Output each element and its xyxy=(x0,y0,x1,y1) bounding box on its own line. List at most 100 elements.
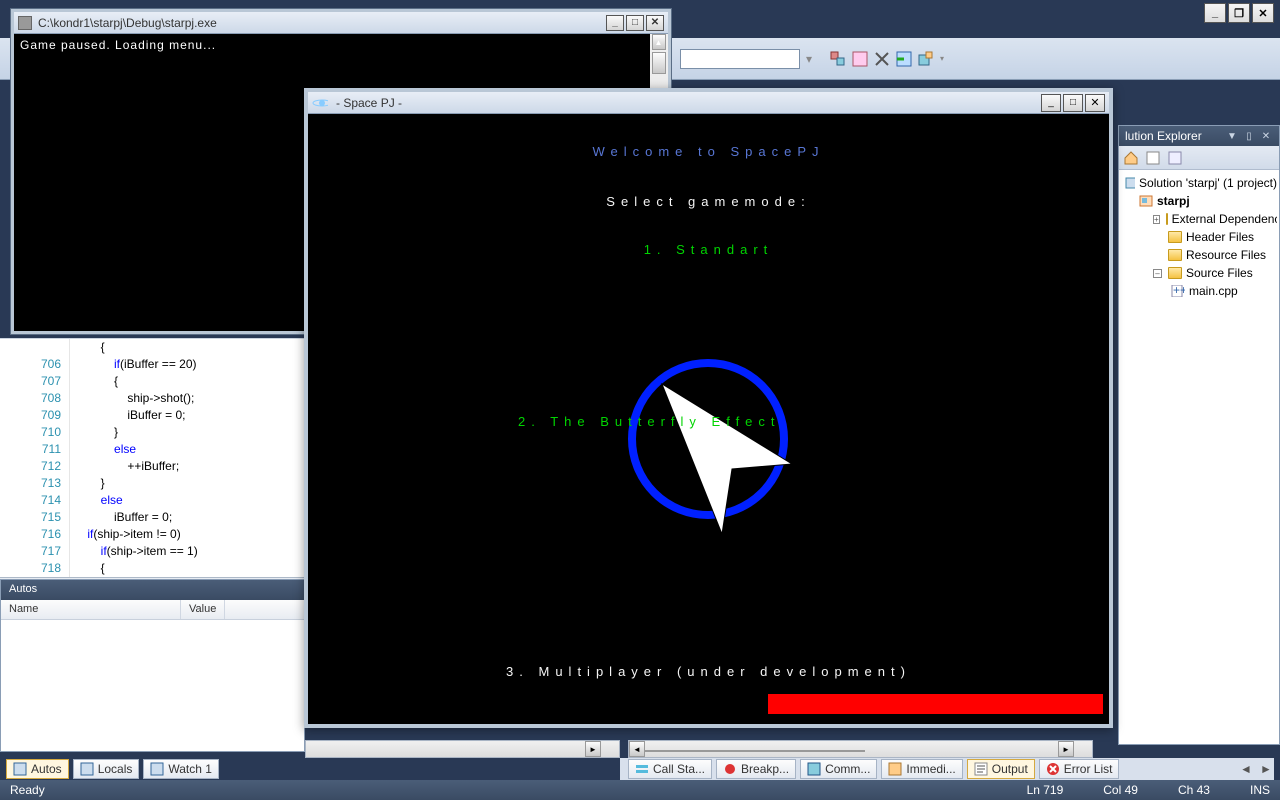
close-button[interactable]: ✕ xyxy=(1252,3,1274,23)
header-files-node[interactable]: Header Files xyxy=(1121,228,1277,246)
autos-title[interactable]: Autos xyxy=(1,580,304,600)
toolbar-icon-4[interactable] xyxy=(896,51,912,67)
ide-parent-window-controls: _ ❐ ✕ xyxy=(1204,3,1274,23)
code-line[interactable]: 708 ship->shot(); xyxy=(0,390,305,407)
svg-text:++: ++ xyxy=(1173,285,1185,297)
tab-output[interactable]: Output xyxy=(967,759,1035,779)
folder-icon xyxy=(1166,213,1168,225)
tab-watch[interactable]: Watch 1 xyxy=(143,759,219,779)
toolbar-icon-2[interactable] xyxy=(852,51,868,67)
code-line[interactable]: 716 if(ship->item != 0) xyxy=(0,526,305,543)
callstack-icon xyxy=(635,762,649,776)
console-titlebar[interactable]: C:\kondr1\starpj\Debug\starpj.exe _ □ ✕ xyxy=(14,12,668,34)
code-line[interactable]: 707 { xyxy=(0,373,305,390)
console-maximize-button[interactable]: □ xyxy=(626,15,644,31)
code-line[interactable]: 712 ++iBuffer; xyxy=(0,458,305,475)
code-editor[interactable]: { 706 if(iBuffer == 20)707 {708 ship->sh… xyxy=(0,338,305,597)
scroll-right-arrow[interactable]: ► xyxy=(1058,741,1074,757)
folder-open-icon xyxy=(1168,267,1182,279)
cursor-icon xyxy=(652,374,812,534)
code-line[interactable]: 718 { xyxy=(0,560,305,577)
tab-locals[interactable]: Locals xyxy=(73,759,140,779)
tabs-overflow-left[interactable]: ◄ xyxy=(1238,761,1254,777)
source-files-node[interactable]: – Source Files xyxy=(1121,264,1277,282)
scroll-right-arrow[interactable]: ► xyxy=(585,741,601,757)
solution-refresh-icon[interactable] xyxy=(1145,150,1161,166)
code-line[interactable]: 717 if(ship->item == 1) xyxy=(0,543,305,560)
dropdown-icon[interactable]: ▼ xyxy=(1225,129,1239,143)
close-icon[interactable]: ✕ xyxy=(1259,129,1273,143)
minimize-button[interactable]: _ xyxy=(1204,3,1226,23)
tools-icon[interactable] xyxy=(874,51,890,67)
tab-immediate[interactable]: Immedi... xyxy=(881,759,962,779)
console-app-icon xyxy=(18,16,32,30)
game-option-2[interactable]: 2. The Butterfly Effect xyxy=(518,414,781,429)
tab-callstack[interactable]: Call Sta... xyxy=(628,759,712,779)
solution-root[interactable]: Solution 'starpj' (1 project) xyxy=(1121,174,1277,192)
game-welcome-text: Welcome to SpacePJ xyxy=(308,144,1109,159)
maximize-button[interactable]: ❐ xyxy=(1228,3,1250,23)
solution-icon xyxy=(1125,177,1135,189)
external-deps-node[interactable]: + External Dependenc xyxy=(1121,210,1277,228)
solution-explorer-title[interactable]: lution Explorer ▼ ▯ ✕ xyxy=(1119,126,1279,146)
solution-tree[interactable]: Solution 'starpj' (1 project) starpj + E… xyxy=(1119,170,1279,304)
game-minimize-button[interactable]: _ xyxy=(1041,94,1061,112)
bottom-tabs-right: Call Sta... Breakp... Comm... Immedi... … xyxy=(620,758,1274,780)
scroll-left-arrow[interactable]: ◄ xyxy=(629,741,645,757)
code-line[interactable]: 715 iBuffer = 0; xyxy=(0,509,305,526)
toolbar-icon-5[interactable] xyxy=(918,51,934,67)
solution-explorer: lution Explorer ▼ ▯ ✕ Solution 'starpj' … xyxy=(1118,125,1280,745)
tab-breakpoints[interactable]: Breakp... xyxy=(716,759,796,779)
code-line[interactable]: 709 iBuffer = 0; xyxy=(0,407,305,424)
toolbar-icon-1[interactable] xyxy=(830,51,846,67)
code-line[interactable]: 711 else xyxy=(0,441,305,458)
expander-collapsed-icon[interactable]: + xyxy=(1153,215,1160,224)
scroll-thumb[interactable] xyxy=(652,52,666,74)
code-line[interactable]: 713 } xyxy=(0,475,305,492)
scroll-up-arrow[interactable]: ▲ xyxy=(652,34,666,50)
autos-col-value[interactable]: Value xyxy=(181,600,225,619)
solution-home-icon[interactable] xyxy=(1123,150,1139,166)
editor-hscroll[interactable]: ► xyxy=(305,740,620,758)
autos-header: Name Value xyxy=(1,600,304,620)
code-line[interactable]: 710 } xyxy=(0,424,305,441)
pin-icon[interactable]: ▯ xyxy=(1242,129,1256,143)
console-output-line: Game paused. Loading menu... xyxy=(20,38,662,52)
autos-icon xyxy=(13,762,27,776)
game-option-1[interactable]: 1. Standart xyxy=(308,242,1109,257)
game-app-icon xyxy=(312,97,328,109)
console-minimize-button[interactable]: _ xyxy=(606,15,624,31)
game-canvas[interactable]: Welcome to SpacePJ Select gamemode: 1. S… xyxy=(308,114,1109,724)
game-window: - Space PJ - _ □ ✕ Welcome to SpacePJ Se… xyxy=(304,88,1113,728)
project-node[interactable]: starpj xyxy=(1121,192,1277,210)
game-option-3[interactable]: 3. Multiplayer (under development) xyxy=(308,664,1109,679)
game-maximize-button[interactable]: □ xyxy=(1063,94,1083,112)
output-hscroll[interactable]: ◄ ► xyxy=(628,740,1093,758)
toolbar-combo[interactable] xyxy=(680,49,800,69)
game-titlebar[interactable]: - Space PJ - _ □ ✕ xyxy=(308,92,1109,114)
cpp-file-icon: ++ xyxy=(1171,285,1185,297)
resource-files-node[interactable]: Resource Files xyxy=(1121,246,1277,264)
watch-icon xyxy=(150,762,164,776)
solution-properties-icon[interactable] xyxy=(1167,150,1183,166)
command-icon xyxy=(807,762,821,776)
status-line: Ln 719 xyxy=(1027,783,1064,797)
tab-errorlist[interactable]: Error List xyxy=(1039,759,1120,779)
bottom-tabs-left: Autos Locals Watch 1 xyxy=(6,758,219,780)
console-close-button[interactable]: ✕ xyxy=(646,15,664,31)
tabs-overflow-right[interactable]: ► xyxy=(1258,761,1274,777)
file-main-cpp[interactable]: ++ main.cpp xyxy=(1121,282,1277,300)
scroll-thumb[interactable] xyxy=(645,750,865,752)
tab-autos[interactable]: Autos xyxy=(6,759,69,779)
status-char: Ch 43 xyxy=(1178,783,1210,797)
tab-command[interactable]: Comm... xyxy=(800,759,877,779)
autos-col-name[interactable]: Name xyxy=(1,600,181,619)
status-bar: Ready Ln 719 Col 49 Ch 43 INS xyxy=(0,780,1280,800)
game-title-text: - Space PJ - xyxy=(336,96,402,110)
code-line[interactable]: 714 else xyxy=(0,492,305,509)
code-line[interactable]: 706 if(iBuffer == 20) xyxy=(0,356,305,373)
status-col: Col 49 xyxy=(1103,783,1138,797)
autos-body xyxy=(1,620,304,751)
expander-expanded-icon[interactable]: – xyxy=(1153,269,1162,278)
game-close-button[interactable]: ✕ xyxy=(1085,94,1105,112)
